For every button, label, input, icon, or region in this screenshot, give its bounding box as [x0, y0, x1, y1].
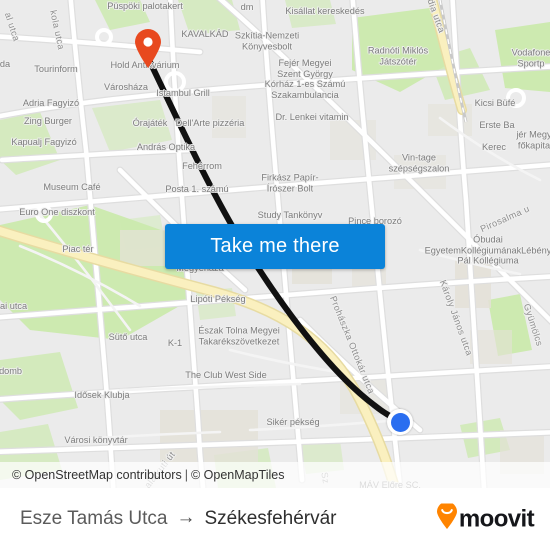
footer-bar: Esze Tamás Utca → Székesfehérvár moovit	[0, 488, 550, 550]
map-attribution-bar: © OpenStreetMap contributors | © OpenMap…	[0, 462, 550, 488]
route-destination-label: Székesfehérvár	[204, 508, 337, 529]
moovit-logo[interactable]: moovit	[436, 501, 535, 535]
take-me-there-button[interactable]: Take me there	[165, 224, 385, 269]
moovit-pin-icon	[436, 501, 458, 535]
destination-dot-core	[390, 412, 410, 432]
arrow-right-icon: →	[176, 507, 196, 528]
moovit-wordmark: moovit	[458, 505, 535, 532]
moovit-trip-screen: Püspöki palotakert dm Kisállat kereskedés K…	[0, 0, 550, 550]
map-canvas[interactable]: Püspöki palotakert dm Kisállat kereskedés K…	[0, 0, 550, 488]
route-origin-label: Esze Tamás Utca	[20, 508, 168, 529]
destination-marker-dot-icon[interactable]	[387, 409, 413, 435]
attribution-osm[interactable]: © OpenStreetMap contributors	[12, 468, 182, 482]
attribution-openmaptiles[interactable]: © OpenMapTiles	[191, 468, 285, 482]
attribution-separator: |	[184, 468, 188, 482]
origin-marker-pin-icon[interactable]	[134, 29, 162, 69]
route-summary: Esze Tamás Utca → Székesfehérvár	[20, 507, 337, 530]
